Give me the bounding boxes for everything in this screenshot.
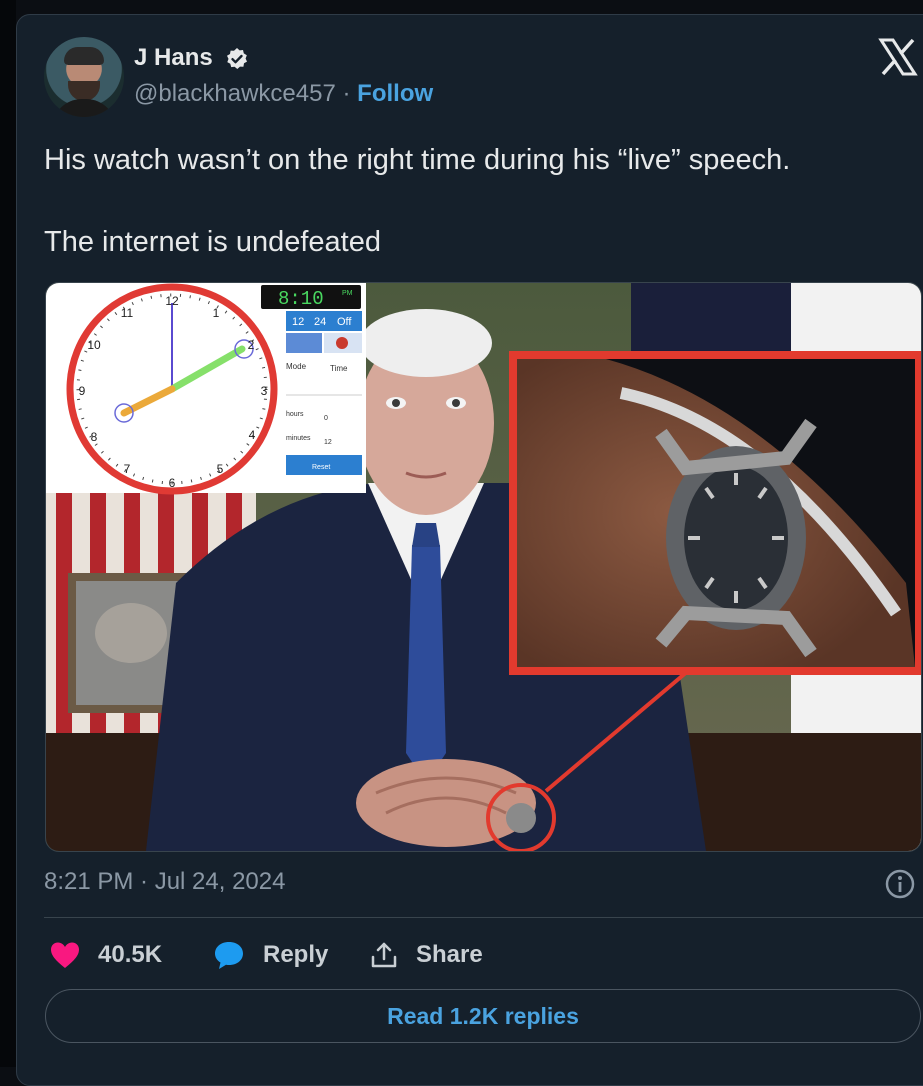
verified-badge-icon: [227, 48, 247, 69]
author-name[interactable]: J Hans: [134, 44, 213, 72]
heart-icon: [51, 942, 79, 968]
clock-number: 7: [124, 462, 131, 476]
tweet-text: His watch wasn’t on the right time durin…: [44, 144, 791, 258]
clock-minutes-value: 12: [324, 439, 332, 446]
clock-minutes-label: minutes: [286, 435, 311, 442]
share-label: Share: [416, 941, 483, 968]
tweet-media[interactable]: 12 1 2 3 4 5 6 7 8 9 10 11 8:10 PM 12 24…: [45, 282, 922, 852]
clock-number: 1: [213, 306, 220, 320]
clock-number: 8: [91, 430, 98, 444]
share-icon: [371, 942, 397, 968]
clock-number: 9: [79, 384, 86, 398]
tweet-timestamp[interactable]: 8:21 PM · Jul 24, 2024: [44, 868, 285, 896]
media-image: 12 1 2 3 4 5 6 7 8 9 10 11 8:10 PM 12 24…: [46, 283, 921, 851]
divider: [44, 917, 923, 918]
clock-hours-label: hours: [286, 411, 304, 418]
share-button[interactable]: Share: [370, 937, 483, 973]
author-handle-row: @blackhawkce457 · Follow: [134, 80, 433, 108]
clock-number: 2: [248, 338, 255, 352]
clock-digital-time: 8:10: [278, 288, 324, 310]
clock-number: 6: [169, 476, 176, 490]
like-count: 40.5K: [98, 941, 163, 968]
clock-hours-value: 0: [324, 415, 328, 422]
avatar[interactable]: [44, 37, 124, 117]
clock-number: 11: [121, 306, 134, 320]
read-replies-label: Read 1.2K replies: [387, 1002, 579, 1029]
clock-mode-value: Time: [330, 364, 348, 373]
info-icon[interactable]: [884, 868, 916, 900]
reply-label: Reply: [263, 941, 329, 968]
clock-button-off: Off: [337, 316, 352, 328]
clock-number: 10: [87, 338, 101, 352]
reply-button[interactable]: Reply: [213, 937, 328, 973]
author-handle[interactable]: @blackhawkce457: [134, 80, 336, 107]
clock-mode-label: Mode: [286, 362, 307, 371]
left-edge: [0, 0, 16, 1067]
clock-button-24: 24: [314, 316, 326, 328]
follow-button[interactable]: Follow: [357, 80, 433, 107]
clock-number: 3: [261, 384, 268, 398]
clock-number: 5: [217, 462, 224, 476]
clock-digital-suffix: PM: [342, 290, 353, 297]
reply-bubble-icon: [215, 942, 243, 969]
read-replies-button[interactable]: Read 1.2K replies: [45, 989, 921, 1043]
clock-number: 4: [249, 428, 256, 442]
like-button[interactable]: 40.5K: [50, 937, 162, 973]
clock-reset-label: Reset: [312, 464, 330, 471]
clock-button-12: 12: [292, 316, 304, 328]
x-logo-icon[interactable]: [878, 37, 918, 77]
handle-separator: ·: [342, 80, 351, 107]
clock-number: 12: [165, 294, 179, 308]
